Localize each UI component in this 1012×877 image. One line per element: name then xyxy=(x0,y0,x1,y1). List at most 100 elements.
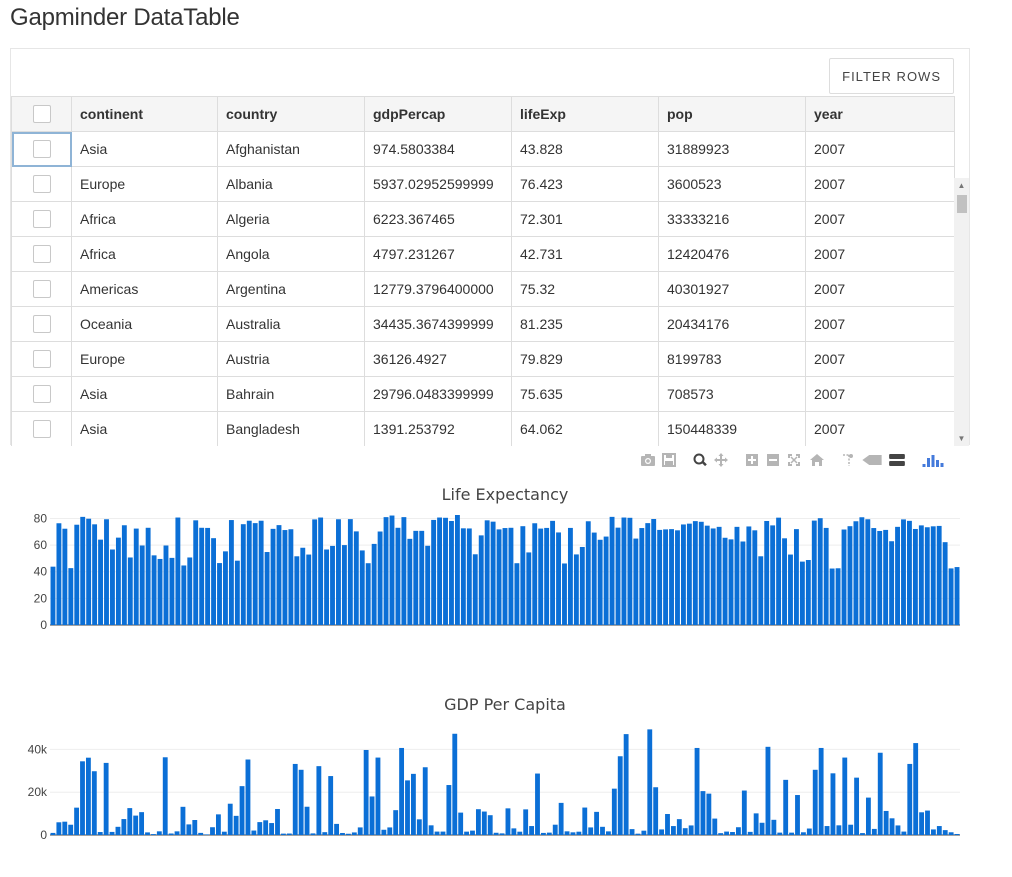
table-cell-country[interactable]: Bahrain xyxy=(217,376,365,412)
table-cell-country[interactable]: Australia xyxy=(217,306,365,342)
table-cell-gdppercap[interactable]: 974.5803384 xyxy=(364,131,512,167)
table-cell-gdppercap[interactable]: 34435.3674399999 xyxy=(364,306,512,342)
table-row[interactable]: Americas Argentina 12779.3796400000 75.32 40… xyxy=(11,271,955,307)
row-checkbox-cell[interactable] xyxy=(11,341,72,377)
table-cell-lifeexp[interactable]: 42.731 xyxy=(511,236,659,272)
table-cell-pop[interactable]: 8199783 xyxy=(658,341,806,377)
table-row[interactable]: Asia Bangladesh 1391.253792 64.062 150448339… xyxy=(11,411,955,446)
row-checkbox[interactable] xyxy=(32,280,51,299)
table-cell-year[interactable]: 2007 xyxy=(805,411,955,446)
row-checkbox[interactable] xyxy=(32,210,51,229)
table-cell-gdppercap[interactable]: 6223.367465 xyxy=(364,201,512,237)
select-all-checkbox[interactable] xyxy=(32,105,51,124)
table-cell-country[interactable]: Argentina xyxy=(217,271,365,307)
select-all-checkbox-cell[interactable] xyxy=(11,96,72,132)
spike-lines-icon[interactable] xyxy=(840,452,856,468)
table-cell-continent[interactable]: Asia xyxy=(71,376,218,412)
table-cell-gdppercap[interactable]: 36126.4927 xyxy=(364,341,512,377)
table-cell-gdppercap[interactable]: 29796.0483399999 xyxy=(364,376,512,412)
table-row[interactable]: Asia Bahrain 29796.0483399999 75.635 708573 2… xyxy=(11,376,955,412)
table-cell-pop[interactable]: 20434176 xyxy=(658,306,806,342)
camera-icon[interactable] xyxy=(640,452,656,468)
table-cell-country[interactable]: Austria xyxy=(217,341,365,377)
zoom-out-icon[interactable] xyxy=(765,452,781,468)
column-header[interactable]: lifeExp xyxy=(511,96,659,132)
table-cell-pop[interactable]: 33333216 xyxy=(658,201,806,237)
table-row[interactable]: Africa Algeria 6223.367465 72.301 33333216 20… xyxy=(11,201,955,237)
table-cell-continent[interactable]: Europe xyxy=(71,341,218,377)
table-cell-year[interactable]: 2007 xyxy=(805,376,955,412)
row-checkbox-cell[interactable] xyxy=(11,376,72,412)
home-icon[interactable] xyxy=(809,452,825,468)
column-header[interactable]: pop xyxy=(658,96,806,132)
save-icon[interactable] xyxy=(661,452,677,468)
table-cell-country[interactable]: Angola xyxy=(217,236,365,272)
scrollbar-thumb[interactable] xyxy=(957,195,967,213)
autoscale-icon[interactable] xyxy=(786,452,802,468)
row-checkbox[interactable] xyxy=(32,420,51,439)
table-cell-continent[interactable]: Africa xyxy=(71,201,218,237)
table-cell-pop[interactable]: 150448339 xyxy=(658,411,806,446)
table-cell-year[interactable]: 2007 xyxy=(805,271,955,307)
hover-compare-icon[interactable] xyxy=(888,452,906,468)
table-row[interactable]: Europe Austria 36126.4927 79.829 8199783 2007 xyxy=(11,341,955,377)
table-cell-pop[interactable]: 3600523 xyxy=(658,166,806,202)
row-checkbox[interactable] xyxy=(32,245,51,264)
table-cell-year[interactable]: 2007 xyxy=(805,201,955,237)
row-checkbox[interactable] xyxy=(32,350,51,369)
zoom-in-icon[interactable] xyxy=(744,452,760,468)
table-row[interactable]: Africa Angola 4797.231267 42.731 12420476 200… xyxy=(11,236,955,272)
filter-rows-button[interactable]: FILTER ROWS xyxy=(829,58,954,94)
column-header[interactable]: country xyxy=(217,96,365,132)
table-cell-lifeexp[interactable]: 75.635 xyxy=(511,376,659,412)
table-cell-country[interactable]: Bangladesh xyxy=(217,411,365,446)
row-checkbox-cell[interactable] xyxy=(11,236,72,272)
table-row[interactable]: Europe Albania 5937.02952599999 76.423 36005… xyxy=(11,166,955,202)
row-checkbox-cell[interactable] xyxy=(11,306,72,342)
table-row[interactable]: Asia Afghanistan 974.5803384 43.828 31889923… xyxy=(11,131,955,167)
table-cell-country[interactable]: Albania xyxy=(217,166,365,202)
table-cell-country[interactable]: Afghanistan xyxy=(217,131,365,167)
row-checkbox-cell[interactable] xyxy=(11,271,72,307)
vertical-scrollbar[interactable]: ▲ ▼ xyxy=(954,178,969,446)
row-checkbox-cell[interactable] xyxy=(11,166,72,202)
hover-closest-icon[interactable] xyxy=(861,452,883,468)
row-checkbox-cell[interactable] xyxy=(11,411,72,446)
table-cell-continent[interactable]: Americas xyxy=(71,271,218,307)
table-cell-continent[interactable]: Oceania xyxy=(71,306,218,342)
table-cell-gdppercap[interactable]: 4797.231267 xyxy=(364,236,512,272)
table-cell-pop[interactable]: 31889923 xyxy=(658,131,806,167)
row-checkbox-cell[interactable] xyxy=(11,131,72,167)
table-cell-lifeexp[interactable]: 64.062 xyxy=(511,411,659,446)
table-cell-year[interactable]: 2007 xyxy=(805,306,955,342)
zoom-icon[interactable] xyxy=(692,452,708,468)
table-cell-lifeexp[interactable]: 72.301 xyxy=(511,201,659,237)
row-checkbox[interactable] xyxy=(32,315,51,334)
column-header[interactable]: gdpPercap xyxy=(364,96,512,132)
table-cell-year[interactable]: 2007 xyxy=(805,236,955,272)
scroll-down-arrow-icon[interactable]: ▼ xyxy=(954,431,969,446)
plotly-logo-icon[interactable] xyxy=(921,452,945,468)
column-header[interactable]: continent xyxy=(71,96,218,132)
row-checkbox[interactable] xyxy=(32,140,51,159)
table-cell-lifeexp[interactable]: 43.828 xyxy=(511,131,659,167)
column-header[interactable]: year xyxy=(805,96,955,132)
table-cell-year[interactable]: 2007 xyxy=(805,341,955,377)
pan-icon[interactable] xyxy=(713,452,729,468)
table-row[interactable]: Oceania Australia 34435.3674399999 81.235 20… xyxy=(11,306,955,342)
table-cell-lifeexp[interactable]: 76.423 xyxy=(511,166,659,202)
table-cell-gdppercap[interactable]: 12779.3796400000 xyxy=(364,271,512,307)
table-cell-lifeexp[interactable]: 75.32 xyxy=(511,271,659,307)
row-checkbox-cell[interactable] xyxy=(11,201,72,237)
table-cell-pop[interactable]: 12420476 xyxy=(658,236,806,272)
scroll-up-arrow-icon[interactable]: ▲ xyxy=(954,178,969,193)
table-cell-gdppercap[interactable]: 1391.253792 xyxy=(364,411,512,446)
table-cell-continent[interactable]: Africa xyxy=(71,236,218,272)
table-cell-continent[interactable]: Asia xyxy=(71,411,218,446)
row-checkbox[interactable] xyxy=(32,385,51,404)
table-cell-lifeexp[interactable]: 79.829 xyxy=(511,341,659,377)
table-cell-pop[interactable]: 708573 xyxy=(658,376,806,412)
table-cell-lifeexp[interactable]: 81.235 xyxy=(511,306,659,342)
row-checkbox[interactable] xyxy=(32,175,51,194)
table-cell-pop[interactable]: 40301927 xyxy=(658,271,806,307)
